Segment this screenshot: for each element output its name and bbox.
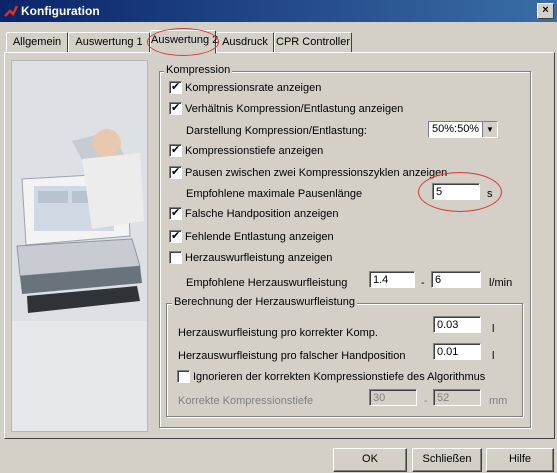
korrekte-tiefe-max-input[interactable]: 52: [433, 389, 481, 406]
handposition-checkbox[interactable]: [169, 206, 182, 220]
empf-herzauswurf-min-input[interactable]: 1.4: [369, 271, 415, 288]
app-icon: [4, 5, 18, 17]
pro-falscher-label: Herzauswurfleistung pro falscher Handpos…: [178, 350, 406, 362]
handposition-label: Falsche Handposition anzeigen: [185, 208, 339, 220]
herzauswurf-checkbox[interactable]: [169, 251, 182, 264]
tab-auswertung-2[interactable]: Auswertung 2: [150, 30, 218, 54]
korrekte-tiefe-unit: mm: [489, 395, 508, 407]
schliessen-button[interactable]: Schließen: [412, 448, 482, 472]
ignorieren-label: Ignorieren der korrekten Kompressionstie…: [193, 371, 486, 383]
pausenlaenge-input[interactable]: 5: [432, 183, 480, 200]
kompressionsrate-label: Kompressionsrate anzeigen: [185, 82, 322, 94]
korrekte-tiefe-label: Korrekte Kompressionstiefe: [178, 395, 314, 407]
pro-korrekter-label: Herzauswurfleistung pro korrekter Komp.: [178, 327, 378, 339]
tab-ausdruck[interactable]: Ausdruck: [216, 32, 274, 53]
ignorieren-checkbox[interactable]: [177, 370, 190, 383]
darstellung-label: Darstellung Kompression/Entlastung:: [186, 125, 367, 137]
config-window: Konfiguration × Allgemein Auswertung 1 A…: [0, 0, 557, 473]
berechnung-group-title: Berechnung der Herzauswurfleistung: [172, 296, 357, 308]
entlastung-checkbox[interactable]: [169, 229, 182, 243]
pausenlaenge-label: Empfohlene maximale Pausenlänge: [186, 188, 363, 200]
close-icon[interactable]: ×: [537, 3, 554, 19]
darstellung-select[interactable]: 50%:50% ▼: [428, 121, 498, 138]
tab-cpr-controller[interactable]: CPR Controller: [274, 32, 352, 53]
empf-herzauswurf-max-input[interactable]: 6: [431, 271, 481, 288]
verhaeltnis-label: Verhältnis Kompression/Entlastung anzeig…: [185, 103, 404, 115]
chevron-down-icon[interactable]: ▼: [482, 122, 497, 137]
empf-herzauswurf-dash: -: [421, 277, 425, 289]
window-title: Konfiguration: [21, 4, 100, 18]
verhaeltnis-checkbox[interactable]: [169, 101, 182, 115]
pausenlaenge-unit: s: [487, 188, 493, 200]
entlastung-label: Fehlende Entlastung anzeigen: [185, 231, 334, 243]
pro-korrekter-input[interactable]: 0.03: [433, 316, 481, 333]
device-photo: [11, 60, 148, 432]
korrekte-tiefe-dash: -: [424, 395, 428, 407]
pausen-checkbox[interactable]: [169, 165, 182, 179]
pro-falscher-input[interactable]: 0.01: [433, 343, 481, 360]
pausen-label: Pausen zwischen zwei Kompressionszyklen …: [185, 167, 448, 179]
title-bar[interactable]: Konfiguration ×: [0, 0, 557, 22]
ok-button[interactable]: OK: [333, 448, 407, 472]
empf-herzauswurf-unit: l/min: [489, 277, 513, 289]
darstellung-value: 50%:50%: [432, 123, 480, 135]
kompressionstiefe-label: Kompressionstiefe anzeigen: [185, 145, 324, 157]
pro-korrekter-unit: l: [492, 323, 495, 335]
kompressionsrate-checkbox[interactable]: [169, 80, 182, 94]
device-photo-illustration: [12, 61, 147, 431]
pro-falscher-unit: l: [492, 350, 495, 362]
tab-allgemein[interactable]: Allgemein: [6, 32, 68, 53]
korrekte-tiefe-min-input[interactable]: 30: [369, 389, 417, 406]
empf-herzauswurf-label: Empfohlene Herzauswurfleistung: [186, 277, 348, 289]
kompressionstiefe-checkbox[interactable]: [169, 143, 182, 157]
kompression-group-title: Kompression: [164, 64, 233, 76]
hilfe-button[interactable]: Hilfe: [486, 448, 554, 472]
herzauswurf-label: Herzauswurfleistung anzeigen: [185, 252, 333, 264]
tab-auswertung-1[interactable]: Auswertung 1: [68, 32, 150, 53]
